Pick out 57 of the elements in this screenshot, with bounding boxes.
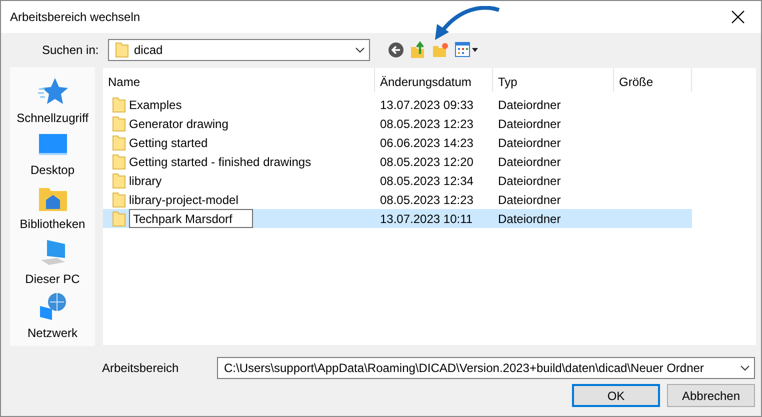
rename-field[interactable]: Techpark Marsdorf [129,209,253,228]
folder-icon [112,172,126,188]
folder-icon [112,96,126,112]
file-type: Dateiordner [497,116,562,130]
places-item[interactable]: Bibliotheken [10,184,95,238]
chevron-down-icon [740,365,750,371]
dialog-button[interactable]: Abbrechen [667,384,755,407]
folder-icon [115,42,129,58]
back-icon[interactable] [388,42,404,58]
file-row[interactable]: Getting started 06.06.2023 14:23 Dateiordner [103,133,692,152]
window-title: Arbeitsbereich wechseln [10,10,140,24]
modified-date: 13.07.2023 10:11 [379,212,474,226]
modified-date: 08.05.2023 12:23 [379,116,474,130]
look-in-dropdown[interactable]: dicad [108,39,370,61]
close-icon [731,10,745,24]
dialog-button[interactable]: OK [572,384,660,407]
file-row[interactable]: library-project-model 08.05.2023 12:23 Dateiordner [103,190,692,209]
modified-date: 08.05.2023 12:34 [379,174,474,188]
file-type: Dateiordner [497,98,562,112]
file-name: Generator drawing [129,116,228,130]
file-row[interactable]: library 08.05.2023 12:34 Dateiordner [103,171,692,190]
new-folder-icon[interactable] [432,42,449,58]
modified-date: 08.05.2023 12:23 [379,192,474,206]
places-item[interactable]: Schnellzugriff [10,77,95,131]
file-row[interactable]: Techpark Marsdorf 13.07.2023 10:11 Dateiordner [103,209,692,228]
file-row[interactable]: Getting started - finished drawings 08.05.2023 12:20 Dateiordner [103,152,692,171]
folder-icon [112,210,126,226]
modified-date: 06.06.2023 14:23 [379,136,474,150]
star-icon [36,77,68,107]
folder-icon [112,116,126,132]
file-name: library [129,174,162,188]
places-item[interactable]: Dieser PC [10,238,95,292]
network-icon [38,292,68,322]
folder-up-icon[interactable] [410,41,426,59]
workspace-dropdown[interactable]: C:\Users\support\AppData\Roaming\DICAD\Version.2023+build\daten\dicad\Neuer Ordner [217,357,755,379]
look-in-label: Suchen in: [42,43,100,57]
folder-icon [112,154,126,170]
file-type: Dateiordner [497,136,562,150]
folder-icon [112,192,126,208]
file-name: Getting started - finished drawings [129,154,312,168]
file-name: Getting started [129,136,208,150]
file-type: Dateiordner [497,154,562,168]
workspace-label: Arbeitsbereich [102,361,180,375]
file-name: Examples [129,98,182,112]
file-row[interactable]: Generator drawing 08.05.2023 12:23 Dateiordner [103,114,692,133]
chevron-down-icon [355,47,365,53]
view-menu-icon[interactable] [455,42,479,58]
places-item[interactable]: Desktop [10,130,95,185]
file-type: Dateiordner [497,192,562,206]
places-item[interactable]: Netzwerk [10,292,95,346]
file-type: Dateiordner [497,174,562,188]
modified-date: 08.05.2023 12:20 [379,154,474,168]
file-type: Dateiordner [497,212,562,226]
file-row[interactable]: Examples 13.07.2023 09:33 Dateiordner [103,95,692,114]
modified-date: 13.07.2023 09:33 [379,98,474,112]
folder-icon [112,134,126,150]
file-name: library-project-model [129,192,238,206]
